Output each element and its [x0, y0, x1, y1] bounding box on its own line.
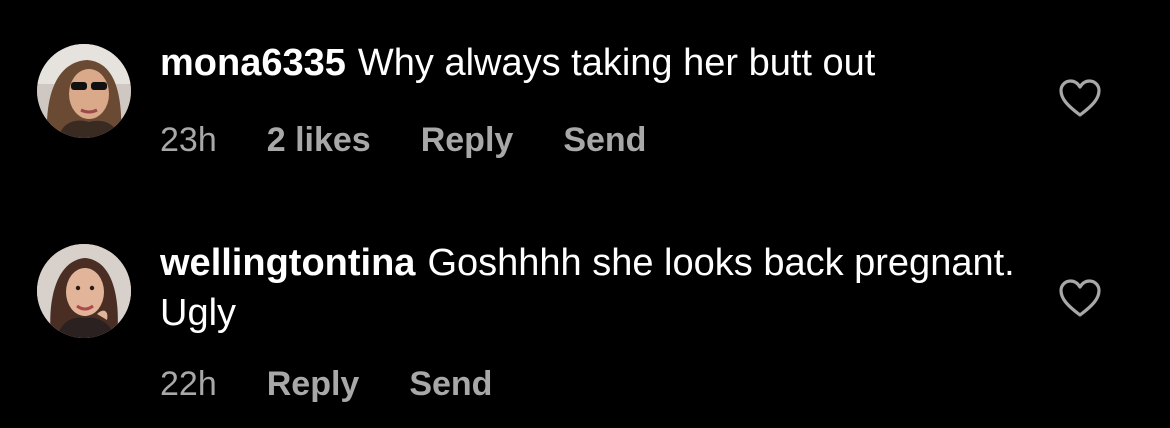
- comment-text-line: mona6335 Why always taking her butt out: [160, 38, 1020, 88]
- reply-button[interactable]: Reply: [267, 364, 360, 404]
- comment-timestamp: 23h: [160, 121, 217, 159]
- comment-body: wellingtontina Goshhhh she looks back pre…: [160, 238, 1020, 404]
- reply-button[interactable]: Reply: [421, 120, 514, 160]
- comment-username[interactable]: wellingtontina: [160, 242, 415, 284]
- like-button[interactable]: [1058, 278, 1102, 318]
- likes-count-button[interactable]: 2 likes: [267, 120, 371, 160]
- heart-outline-icon: [1059, 79, 1101, 117]
- avatar-image: [37, 44, 131, 138]
- comment-text: Why always taking her butt out: [357, 42, 876, 84]
- like-button[interactable]: [1058, 78, 1102, 118]
- comment-timestamp: 22h: [160, 365, 217, 403]
- heart-outline-icon: [1059, 279, 1101, 317]
- send-button[interactable]: Send: [563, 120, 646, 160]
- avatar[interactable]: [37, 44, 131, 138]
- comment-text-line: wellingtontina Goshhhh she looks back pre…: [160, 238, 1020, 338]
- comment-username[interactable]: mona6335: [160, 42, 346, 84]
- comment-body: mona6335 Why always taking her butt out 2…: [160, 38, 1020, 160]
- comment-meta: 22h Reply Send: [160, 364, 1020, 404]
- avatar-image: [37, 244, 131, 338]
- avatar[interactable]: [37, 244, 131, 338]
- send-button[interactable]: Send: [409, 364, 492, 404]
- comment-item: wellingtontina Goshhhh she looks back pre…: [0, 200, 1170, 428]
- comment-meta: 23h 2 likes Reply Send: [160, 120, 1020, 160]
- comment-item: mona6335 Why always taking her butt out 2…: [0, 0, 1170, 200]
